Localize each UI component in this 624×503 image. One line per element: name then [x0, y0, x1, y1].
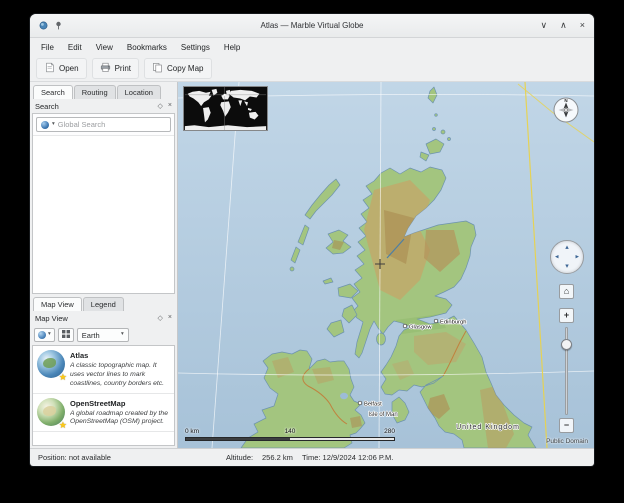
- app-icon: [39, 17, 48, 35]
- tab-search[interactable]: Search: [33, 85, 73, 99]
- home-button[interactable]: ⌂: [559, 284, 574, 299]
- copy-map-button-label: Copy Map: [167, 64, 203, 73]
- city-label-belfast: Belfast: [364, 402, 382, 408]
- pan-down-arrow-icon[interactable]: ▾: [565, 263, 569, 270]
- theme-thumbnail: ★: [37, 350, 65, 378]
- overview-position-dot: [224, 94, 226, 96]
- map-theme-list: ★ Atlas A classic topographic map. It us…: [32, 345, 175, 446]
- close-button[interactable]: ×: [580, 21, 585, 30]
- search-box[interactable]: ▾: [36, 117, 171, 132]
- theme-name: Atlas: [70, 351, 170, 360]
- open-button-label: Open: [59, 64, 79, 73]
- search-panel: ▾: [32, 113, 175, 294]
- theme-description: A global roadmap created by the OpenStre…: [70, 410, 170, 428]
- theme-name: OpenStreetMap: [70, 399, 170, 408]
- toolbar: Open Print Copy Map: [30, 56, 594, 82]
- theme-item-openstreetmap[interactable]: ★ OpenStreetMap A global roadmap created…: [33, 394, 174, 433]
- dock-float-icon[interactable]: ◇: [158, 102, 163, 110]
- favorite-star-icon[interactable]: ★: [59, 373, 67, 382]
- globe-icon: [41, 121, 49, 129]
- menu-bookmarks[interactable]: Bookmarks: [120, 41, 174, 54]
- status-position: Position: not available: [38, 453, 111, 462]
- zoom-in-button[interactable]: +: [559, 308, 574, 323]
- menu-view[interactable]: View: [89, 41, 120, 54]
- chevron-down-icon[interactable]: ▾: [52, 122, 55, 128]
- scale-end-label: 280: [384, 428, 395, 435]
- overview-map[interactable]: [183, 86, 268, 131]
- map-scale-bar: 0 km 140 280: [185, 428, 395, 441]
- pan-right-arrow-icon[interactable]: ▸: [575, 254, 579, 261]
- tab-legend[interactable]: Legend: [83, 297, 124, 311]
- theme-view-mode-button[interactable]: [58, 328, 74, 342]
- titlebar[interactable]: Atlas — Marble Virtual Globe ∨ ∧ ×: [30, 14, 594, 38]
- map-view-dock-title: Map View: [35, 314, 68, 323]
- sidebar-top-tabs: Search Routing Location: [30, 82, 177, 99]
- compass[interactable]: N: [553, 97, 579, 123]
- zoom-out-button[interactable]: −: [559, 418, 574, 433]
- menu-settings[interactable]: Settings: [174, 41, 217, 54]
- menu-edit[interactable]: Edit: [61, 41, 89, 54]
- statusbar: Position: not available Altitude: 256.2 …: [30, 448, 594, 466]
- city-label-edinburgh: Edinburgh: [440, 320, 466, 326]
- map-svg[interactable]: Glasgow Edinburgh Belfast Isle of Man Un…: [178, 82, 594, 448]
- dock-close-icon[interactable]: ×: [168, 314, 172, 322]
- compass-north-label: N: [564, 98, 567, 103]
- pan-left-arrow-icon[interactable]: ◂: [555, 254, 559, 261]
- minimize-button[interactable]: ∨: [541, 21, 548, 30]
- tab-routing[interactable]: Routing: [74, 85, 116, 99]
- theme-thumbnail: ★: [37, 398, 65, 426]
- open-icon: [44, 62, 55, 75]
- search-results-list[interactable]: [33, 135, 174, 293]
- sidebar-bottom-tabs: Map View Legend: [30, 294, 177, 311]
- search-dock-header: Search ◇ ×: [30, 99, 177, 113]
- globe-icon: [38, 331, 46, 339]
- print-button[interactable]: Print: [92, 58, 139, 79]
- chevron-down-icon: ▾: [48, 332, 51, 338]
- window-title: Atlas — Marble Virtual Globe: [30, 21, 594, 30]
- print-icon: [100, 62, 111, 75]
- city-label-glasgow: Glasgow: [409, 325, 432, 331]
- favorite-star-icon[interactable]: ★: [59, 421, 67, 430]
- status-altitude-value: 256.2 km: [262, 453, 293, 462]
- global-search-input[interactable]: [58, 120, 166, 129]
- pan-up-arrow-icon[interactable]: ▴: [565, 244, 569, 251]
- tab-map-view[interactable]: Map View: [33, 297, 82, 311]
- map-view-controls: ▾ Earth ▾: [30, 325, 177, 345]
- map-view-dock-header: Map View ◇ ×: [30, 311, 177, 325]
- menu-help[interactable]: Help: [217, 41, 247, 54]
- zoom-slider-handle[interactable]: [561, 339, 572, 350]
- pan-control[interactable]: ▴ ▾ ◂ ▸: [550, 240, 584, 274]
- map-attribution: Public Domain: [546, 438, 588, 445]
- sidebar: Search Routing Location Search ◇ × ▾: [30, 82, 178, 448]
- status-altitude-label: Altitude:: [226, 453, 253, 462]
- maximize-button[interactable]: ∧: [560, 21, 567, 30]
- scale-start-label: 0 km: [185, 428, 199, 435]
- grid-icon: [62, 330, 70, 340]
- search-dock-title: Search: [35, 102, 59, 111]
- copy-icon: [152, 62, 163, 75]
- projection-globe-button[interactable]: ▾: [34, 328, 55, 342]
- dock-close-icon[interactable]: ×: [168, 102, 172, 110]
- pin-icon[interactable]: [54, 17, 63, 35]
- scale-mid-label: 140: [285, 428, 296, 435]
- celestial-body-value: Earth: [82, 331, 100, 340]
- menubar: File Edit View Bookmarks Settings Help: [30, 38, 594, 56]
- print-button-label: Print: [115, 64, 131, 73]
- copy-map-button[interactable]: Copy Map: [144, 58, 211, 79]
- scale-ruler: [185, 437, 395, 441]
- map-canvas[interactable]: Glasgow Edinburgh Belfast Isle of Man Un…: [178, 82, 594, 448]
- chevron-down-icon: ▾: [121, 332, 124, 338]
- menu-file[interactable]: File: [34, 41, 61, 54]
- tab-location[interactable]: Location: [117, 85, 161, 99]
- status-time: Time: 12/9/2024 12:06 P.M.: [302, 453, 393, 462]
- celestial-body-select[interactable]: Earth ▾: [77, 328, 129, 342]
- country-label-united-kingdom: United Kingdom: [456, 424, 520, 431]
- theme-description: A classic topographic map. It uses vecto…: [70, 362, 170, 388]
- open-button[interactable]: Open: [36, 58, 87, 79]
- app-window: Atlas — Marble Virtual Globe ∨ ∧ × File …: [30, 14, 594, 466]
- theme-item-atlas[interactable]: ★ Atlas A classic topographic map. It us…: [33, 346, 174, 393]
- region-label-isle-of-man: Isle of Man: [368, 412, 397, 418]
- dock-float-icon[interactable]: ◇: [158, 314, 163, 322]
